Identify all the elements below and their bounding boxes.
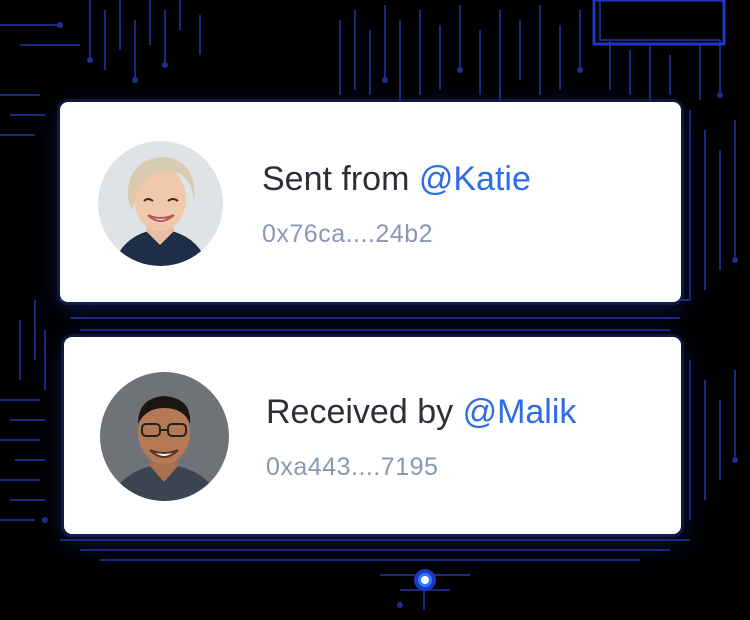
received-prefix: Received by	[266, 393, 454, 431]
sent-prefix: Sent from	[262, 160, 410, 198]
transaction-card-received: Received by @Malik 0xa443....7195	[64, 337, 681, 534]
woman-portrait-icon	[98, 141, 223, 266]
connection-node-icon	[414, 569, 436, 591]
transaction-card-sent: Sent from @Katie 0x76ca....24b2	[60, 102, 681, 302]
avatar-malik	[100, 372, 229, 501]
sender-address: 0x76ca....24b2	[262, 220, 434, 248]
avatar-katie	[98, 141, 223, 266]
man-portrait-icon	[100, 372, 229, 501]
sent-from-label: Sent from @Katie	[262, 160, 531, 199]
received-by-label: Received by @Malik	[266, 393, 576, 432]
malik-handle-link[interactable]: @Malik	[463, 393, 577, 431]
katie-handle-link[interactable]: @Katie	[419, 160, 531, 198]
receiver-address: 0xa443....7195	[266, 453, 439, 481]
